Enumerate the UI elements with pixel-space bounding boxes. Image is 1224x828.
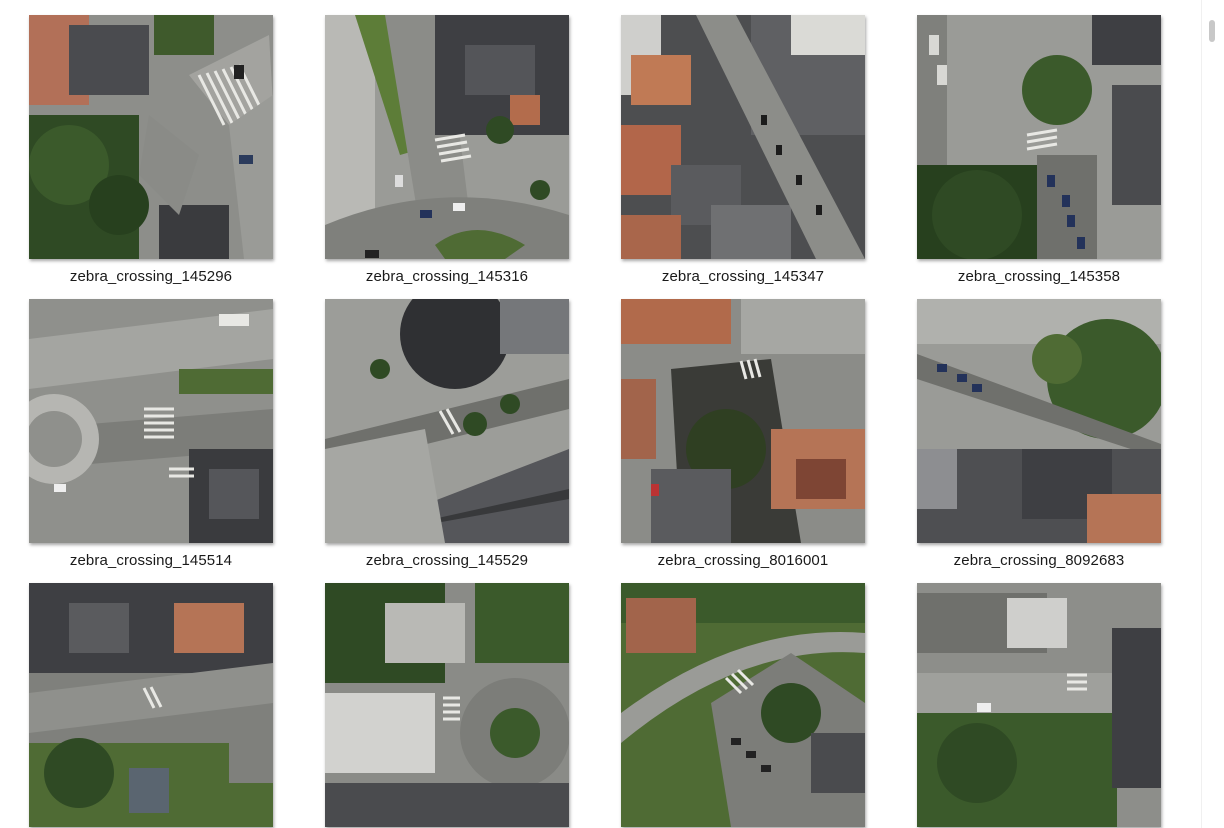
aerial-thumbnail-image[interactable] <box>621 15 865 259</box>
aerial-thumbnail-image[interactable] <box>29 583 273 827</box>
thumbnail-item[interactable]: zebra_crossing_145347 <box>621 15 865 299</box>
aerial-thumbnail-image[interactable] <box>29 15 273 259</box>
thumbnail-item[interactable] <box>917 583 1161 828</box>
aerial-thumbnail-image[interactable] <box>325 299 569 543</box>
thumbnail-caption: zebra_crossing_145316 <box>365 268 529 285</box>
thumbnail-caption: zebra_crossing_8092683 <box>953 552 1125 569</box>
thumbnail-caption: zebra_crossing_145296 <box>69 268 233 285</box>
thumbnail-caption: zebra_crossing_8016001 <box>657 552 829 569</box>
thumbnail-grid: zebra_crossing_145296 zebra_crossing_145… <box>29 15 1169 828</box>
thumbnail-caption: zebra_crossing_145529 <box>365 552 529 569</box>
aerial-thumbnail-image[interactable] <box>29 299 273 543</box>
aerial-thumbnail-image[interactable] <box>325 15 569 259</box>
thumbnail-caption: zebra_crossing_145358 <box>957 268 1121 285</box>
aerial-thumbnail-image[interactable] <box>917 583 1161 827</box>
vertical-scrollbar[interactable] <box>1201 0 1224 828</box>
thumbnail-item[interactable]: zebra_crossing_145316 <box>325 15 569 299</box>
thumbnail-caption: zebra_crossing_145514 <box>69 552 233 569</box>
aerial-thumbnail-image[interactable] <box>917 15 1161 259</box>
thumbnail-caption: zebra_crossing_145347 <box>661 268 825 285</box>
aerial-thumbnail-image[interactable] <box>621 299 865 543</box>
aerial-thumbnail-image[interactable] <box>325 583 569 827</box>
aerial-thumbnail-image[interactable] <box>917 299 1161 543</box>
thumbnail-item[interactable]: zebra_crossing_8016001 <box>621 299 865 583</box>
thumbnail-item[interactable] <box>325 583 569 828</box>
image-gallery-viewport: zebra_crossing_145296 zebra_crossing_145… <box>0 0 1224 828</box>
thumbnail-item[interactable]: zebra_crossing_145529 <box>325 299 569 583</box>
thumbnail-item[interactable]: zebra_crossing_8092683 <box>917 299 1161 583</box>
thumbnail-item[interactable] <box>29 583 273 828</box>
scrollbar-thumb[interactable] <box>1209 20 1215 42</box>
thumbnail-item[interactable]: zebra_crossing_145296 <box>29 15 273 299</box>
thumbnail-item[interactable] <box>621 583 865 828</box>
thumbnail-item[interactable]: zebra_crossing_145358 <box>917 15 1161 299</box>
thumbnail-item[interactable]: zebra_crossing_145514 <box>29 299 273 583</box>
aerial-thumbnail-image[interactable] <box>621 583 865 827</box>
